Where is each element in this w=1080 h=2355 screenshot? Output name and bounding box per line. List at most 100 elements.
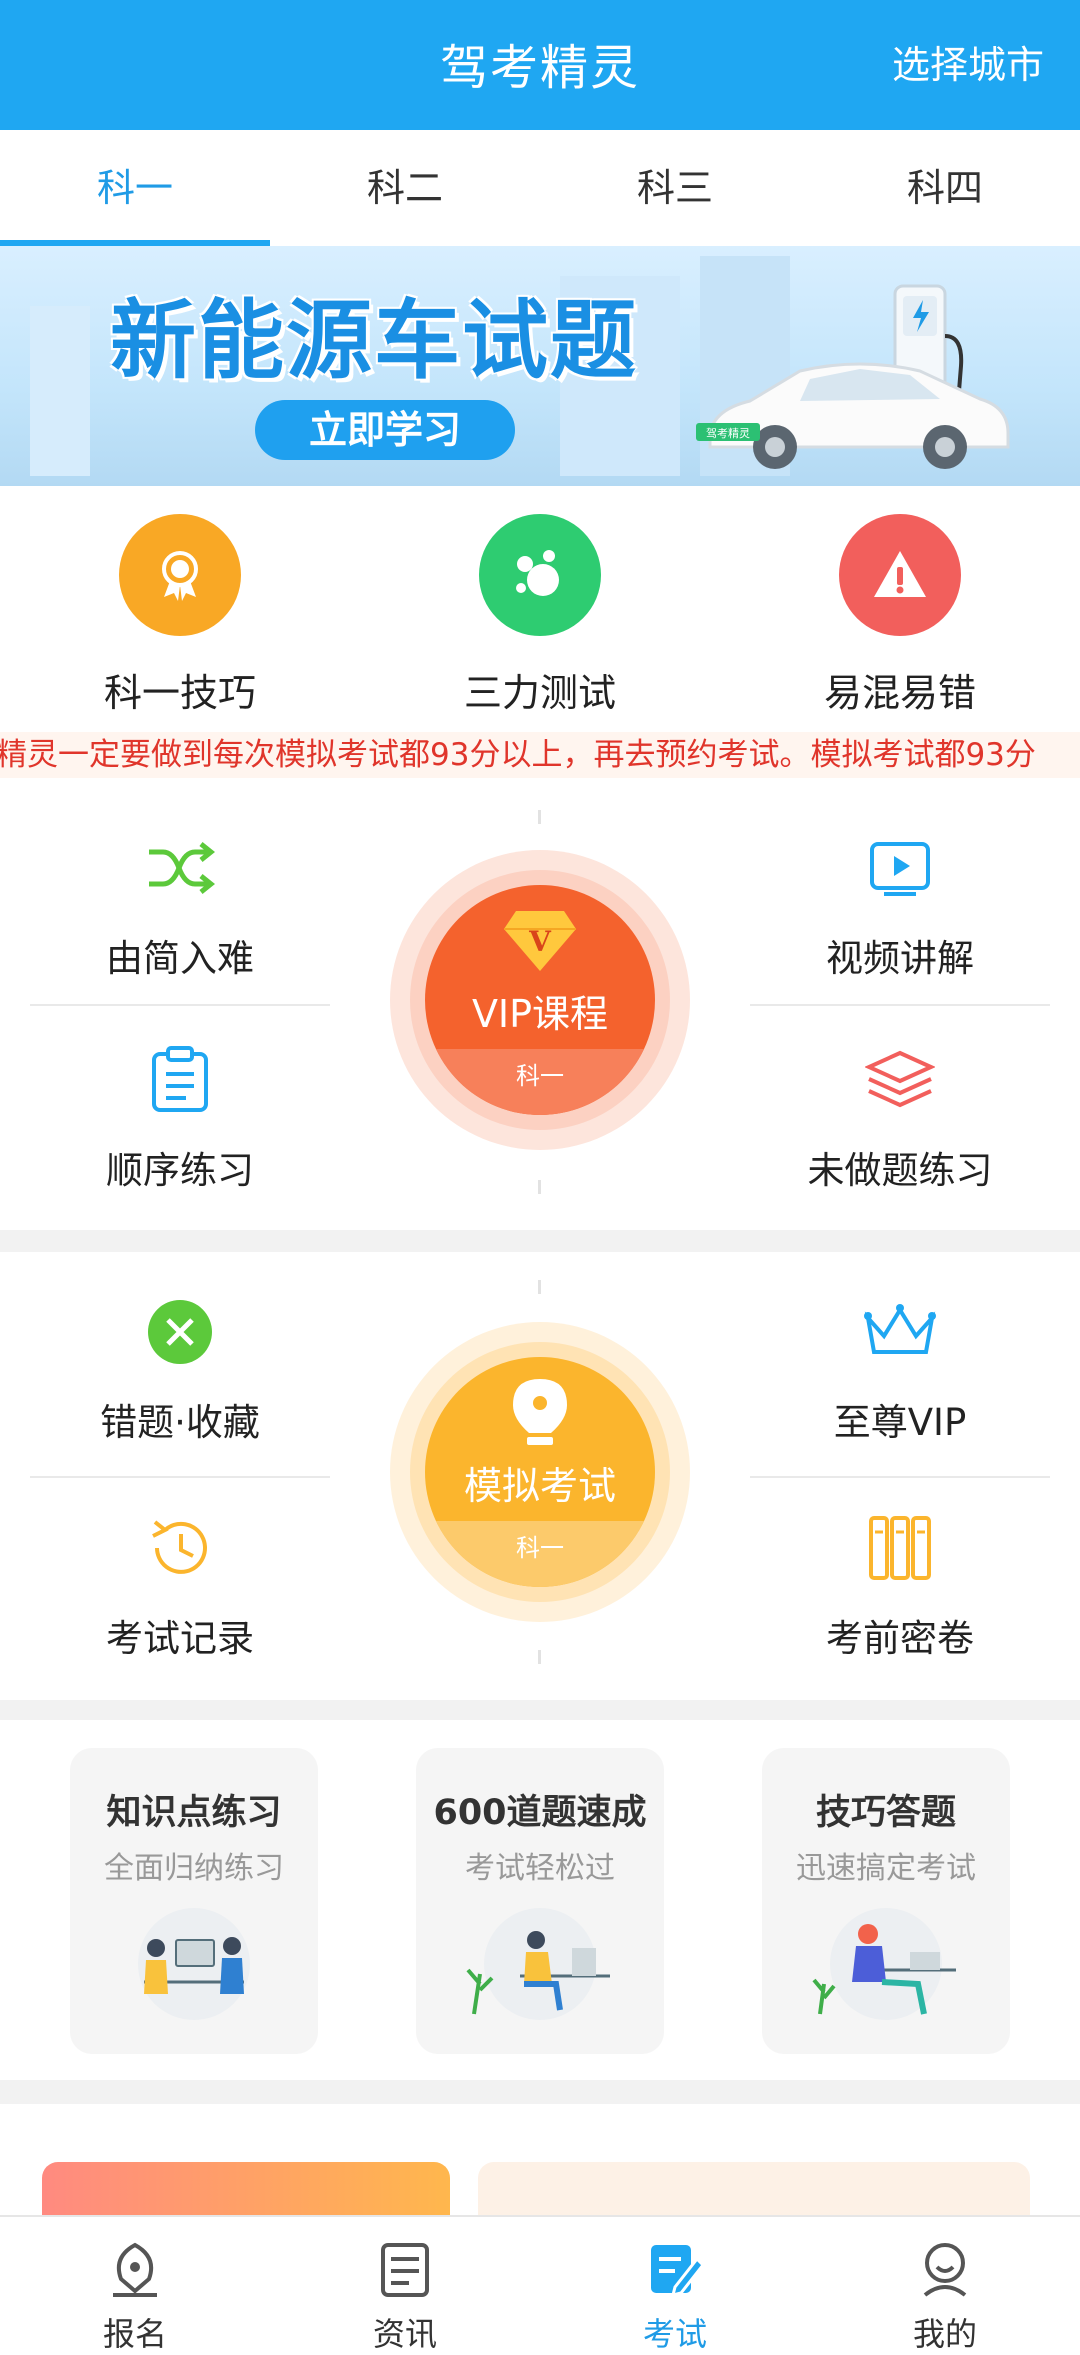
- card-title: 600道题速成: [433, 1793, 647, 1833]
- section-separator: [0, 2080, 1080, 2104]
- divider: [750, 1004, 1050, 1006]
- crown-icon: [860, 1292, 940, 1372]
- books-icon: [860, 1508, 940, 1588]
- study-people-illustration: [138, 1908, 250, 2020]
- clipboard-icon: [140, 1040, 220, 1120]
- subject1-tips-item[interactable]: 科一技巧: [0, 486, 360, 732]
- card-title: 知识点练习: [106, 1793, 282, 1833]
- close-circle-icon: [140, 1292, 220, 1372]
- divider: [538, 1180, 541, 1194]
- video-explanation-button[interactable]: 视频讲解: [790, 828, 1010, 982]
- video-icon: [860, 828, 940, 908]
- quick-600-card[interactable]: 600道题速成 考试轻松过: [416, 1748, 664, 2054]
- exam-label: 至尊VIP: [833, 1401, 967, 1444]
- vip-badge-letter: V: [528, 925, 552, 958]
- exam-edit-icon: [651, 2245, 706, 2298]
- divider: [30, 1476, 330, 1478]
- building-shape: [30, 306, 90, 476]
- three-ability-test-item[interactable]: 三力测试: [360, 486, 720, 732]
- exam-label: 考前密卷: [826, 1617, 974, 1660]
- exam-section: 错题·收藏 考试记录 至尊VIP 考前密卷 模拟考试 科一: [0, 1252, 1080, 1700]
- quick-icon-row: 科一技巧 三力测试 易混易错: [0, 486, 1080, 732]
- subject-tabs: 科一 科二 科三 科四: [0, 130, 1080, 246]
- diamond-icon: V: [504, 911, 576, 971]
- car-plate-text: 驾考精灵: [706, 427, 750, 440]
- shuffle-icon: [140, 828, 220, 908]
- quick-icon-label: 三力测试: [463, 671, 616, 715]
- study-cards: 知识点练习 全面归纳练习 600道题速成 考试轻松过 技巧答题 迅速搞定考试: [0, 1720, 1080, 2080]
- exam-history-button[interactable]: 考试记录: [70, 1508, 290, 1662]
- exam-label: 错题·收藏: [100, 1401, 260, 1444]
- supreme-vip-button[interactable]: 至尊VIP: [790, 1292, 1010, 1446]
- confusing-questions-item[interactable]: 易混易错: [720, 486, 1080, 732]
- practice-label: 视频讲解: [826, 937, 974, 980]
- nav-label: 报名: [102, 2315, 167, 2353]
- divider: [538, 1650, 541, 1664]
- divider: [538, 1280, 541, 1294]
- app-header: 驾考精灵 选择城市: [0, 0, 1080, 130]
- card-subtitle: 考试轻松过: [465, 1851, 615, 1886]
- practice-label: 由简入难: [106, 937, 254, 980]
- warning-icon: [839, 514, 961, 636]
- mock-exam-button[interactable]: 模拟考试 科一: [425, 1357, 655, 1587]
- quick-icon-label: 科一技巧: [103, 671, 256, 715]
- marquee-text: 精灵一定要做到每次模拟考试都93分以上，再去预约考试。模拟考试都93分: [0, 737, 1036, 773]
- divider: [538, 810, 541, 824]
- sequential-practice-button[interactable]: 顺序练习: [70, 1040, 290, 1194]
- promo-card-right[interactable]: [478, 2162, 1030, 2222]
- technique-answer-card[interactable]: 技巧答题 迅速搞定考试: [762, 1748, 1010, 2054]
- card-title: 技巧答题: [815, 1793, 956, 1833]
- bubbles-icon: [479, 514, 601, 636]
- learn-now-button[interactable]: 立即学习: [255, 400, 515, 460]
- banner-title: 新能源车试题: [110, 290, 638, 391]
- wrong-and-favorites-button[interactable]: 错题·收藏: [70, 1292, 290, 1446]
- laptop-woman-illustration: [812, 1908, 956, 2020]
- electric-car-icon: 驾考精灵: [696, 362, 1010, 469]
- news-icon: [381, 2243, 429, 2297]
- vip-course-title: VIP课程: [471, 992, 609, 1036]
- divider: [750, 1476, 1050, 1478]
- tab-subject-4[interactable]: 科四: [810, 130, 1080, 246]
- divider: [30, 1004, 330, 1006]
- card-subtitle: 全面归纳练习: [104, 1851, 284, 1886]
- mock-exam-title: 模拟考试: [463, 1464, 616, 1508]
- promo-row: [0, 2106, 1080, 2222]
- medal-icon: [119, 514, 241, 636]
- promo-card-left[interactable]: [42, 2162, 450, 2222]
- easy-to-hard-button[interactable]: 由简入难: [70, 828, 290, 982]
- new-energy-banner[interactable]: 新能源车试题 立即学习 驾考精灵: [0, 246, 1080, 486]
- quick-icon-label: 易混易错: [823, 671, 976, 715]
- bottom-nav: 报名 资讯 考试 我的: [0, 2215, 1080, 2355]
- nav-register[interactable]: 报名: [0, 2217, 270, 2355]
- nav-news[interactable]: 资讯: [270, 2217, 540, 2355]
- mock-exam-subject: 科一: [425, 1521, 655, 1587]
- vip-course-subject: 科一: [425, 1049, 655, 1115]
- pen-nib-icon: [513, 1379, 567, 1445]
- section-separator: [0, 1700, 1080, 1720]
- history-icon: [140, 1508, 220, 1588]
- section-separator: [0, 1230, 1080, 1252]
- layers-icon: [860, 1040, 940, 1120]
- practice-label: 顺序练习: [106, 1149, 254, 1192]
- pen-icon: [113, 2242, 157, 2297]
- nav-label: 考试: [642, 2315, 707, 2353]
- tab-subject-2[interactable]: 科二: [270, 130, 540, 246]
- profile-icon: [923, 2243, 967, 2297]
- nav-label: 资讯: [372, 2315, 437, 2353]
- vip-course-button[interactable]: V VIP课程 科一: [425, 885, 655, 1115]
- card-subtitle: 迅速搞定考试: [796, 1851, 976, 1886]
- select-city-button[interactable]: 选择城市: [892, 34, 1044, 89]
- tab-subject-1[interactable]: 科一: [0, 130, 270, 246]
- knowledge-practice-card[interactable]: 知识点练习 全面归纳练习: [70, 1748, 318, 2054]
- tab-subject-3[interactable]: 科三: [540, 130, 810, 246]
- unanswered-practice-button[interactable]: 未做题练习: [790, 1040, 1010, 1194]
- notice-marquee: 精灵一定要做到每次模拟考试都93分以上，再去预约考试。模拟考试都93分: [0, 732, 1080, 778]
- pre-exam-papers-button[interactable]: 考前密卷: [790, 1508, 1010, 1662]
- nav-exam[interactable]: 考试: [540, 2217, 810, 2355]
- nav-label: 我的: [912, 2315, 977, 2353]
- practice-section: 由简入难 顺序练习 视频讲解 未做题练习 V VIP课程 科一: [0, 778, 1080, 1230]
- exam-label: 考试记录: [106, 1617, 254, 1660]
- practice-label: 未做题练习: [807, 1149, 993, 1192]
- desk-worker-illustration: [466, 1908, 610, 2020]
- nav-profile[interactable]: 我的: [810, 2217, 1080, 2355]
